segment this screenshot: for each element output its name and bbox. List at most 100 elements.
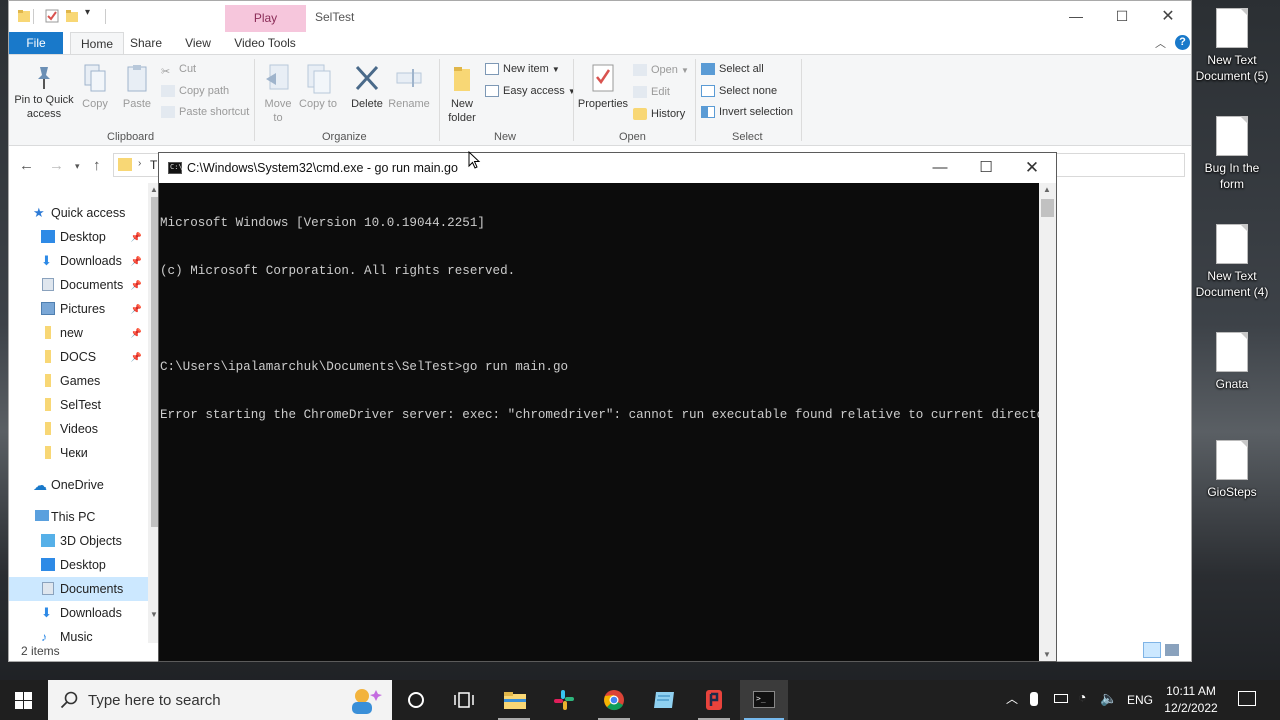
back-arrow-icon[interactable]: ←: [19, 157, 34, 174]
tab-home[interactable]: Home: [70, 32, 124, 54]
delete-button[interactable]: Delete: [347, 63, 387, 111]
forward-arrow-icon[interactable]: →: [49, 157, 64, 174]
large-icons-view-icon[interactable]: [1165, 644, 1179, 656]
new-folder-quick-icon[interactable]: [65, 9, 81, 23]
nav-item-games[interactable]: Games: [9, 369, 148, 393]
help-icon[interactable]: ?: [1175, 35, 1190, 50]
cmd-titlebar[interactable]: C:\ C:\Windows\System32\cmd.exe - go run…: [159, 153, 1056, 183]
taskbar-slack[interactable]: [540, 680, 588, 720]
tab-file[interactable]: File: [9, 32, 63, 54]
cmd-close-button[interactable]: ✕: [1009, 153, 1055, 183]
up-arrow-icon[interactable]: ↑: [93, 157, 101, 174]
taskbar-search[interactable]: Type here to search: [48, 680, 392, 720]
cut-button[interactable]: ✂ Cut: [161, 60, 196, 78]
clock-date: 12/2/2022: [1164, 701, 1218, 715]
scroll-down-icon[interactable]: ▼: [150, 610, 158, 619]
desktop-icon-new-text-document-5[interactable]: New Text Document (5): [1192, 8, 1272, 84]
cmd-scroll-thumb[interactable]: [1041, 199, 1054, 217]
new-folder-button[interactable]: New folder: [443, 63, 481, 125]
copy-to-button[interactable]: Copy to: [299, 63, 337, 111]
folder-icon: [17, 9, 33, 23]
start-button[interactable]: [0, 680, 48, 720]
folder-icon: [45, 374, 51, 387]
edit-button[interactable]: Edit: [633, 83, 670, 101]
taskbar-cmd[interactable]: >_: [740, 680, 788, 720]
nav-item-pc-desktop[interactable]: Desktop: [9, 553, 148, 577]
tab-video-tools[interactable]: Video Tools: [227, 32, 303, 54]
nav-label: Videos: [60, 422, 98, 436]
group-label-clipboard: Clipboard: [107, 131, 155, 143]
nav-item-pc-documents[interactable]: Documents: [9, 577, 148, 601]
task-view-button[interactable]: [440, 680, 488, 720]
copy-button[interactable]: Copy: [75, 63, 115, 111]
customize-quick-access-icon[interactable]: ▾: [85, 7, 101, 21]
open-button[interactable]: Open ▼: [633, 61, 689, 79]
desktop-icon-bug-in-the-form[interactable]: Bug In the form: [1192, 116, 1272, 192]
select-all-button[interactable]: Select all: [701, 60, 764, 78]
nav-scroll-thumb[interactable]: [151, 197, 158, 527]
cmd-scrollbar[interactable]: ▲ ▼: [1039, 183, 1056, 661]
nav-item-videos[interactable]: Videos: [9, 417, 148, 441]
nav-item-downloads[interactable]: ⬇ Downloads 📌: [9, 249, 148, 273]
microphone-icon[interactable]: [1030, 692, 1038, 706]
cmd-minimize-button[interactable]: —: [917, 153, 963, 183]
nav-this-pc[interactable]: This PC: [9, 505, 148, 529]
nav-item-desktop[interactable]: Desktop 📌: [9, 225, 148, 249]
minimize-button[interactable]: —: [1053, 1, 1099, 32]
invert-selection-button[interactable]: Invert selection: [701, 103, 793, 121]
language-indicator[interactable]: ENG: [1127, 693, 1153, 707]
desktop-icon-gnata[interactable]: Gnata: [1192, 332, 1272, 392]
taskbar-tool-app[interactable]: [690, 680, 738, 720]
paste-shortcut-button[interactable]: Paste shortcut: [161, 103, 249, 121]
scroll-up-icon[interactable]: ▲: [1043, 185, 1051, 194]
nav-item-seltest[interactable]: SelTest: [9, 393, 148, 417]
tab-share[interactable]: Share: [125, 32, 167, 54]
nav-onedrive[interactable]: ☁ OneDrive: [9, 473, 148, 497]
pin-to-quick-access-button[interactable]: Pin to Quick access: [13, 63, 75, 121]
properties-button[interactable]: Properties: [575, 63, 631, 111]
easy-access-button[interactable]: Easy access ▼: [485, 82, 576, 100]
scroll-down-icon[interactable]: ▼: [1043, 650, 1051, 659]
explorer-titlebar[interactable]: ▾ Play SelTest — ☐ ✕: [9, 1, 1191, 32]
volume-icon[interactable]: 🔈: [1100, 690, 1117, 707]
new-item-button[interactable]: New item ▼: [485, 60, 560, 78]
cortana-button[interactable]: [392, 680, 440, 720]
taskbar-chrome[interactable]: [590, 680, 638, 720]
show-hidden-icons-chevron-icon[interactable]: ︿: [1006, 690, 1018, 707]
history-button[interactable]: History: [633, 105, 685, 123]
desktop-icon-giosteps[interactable]: GioSteps: [1192, 440, 1272, 500]
taskbar-notes-app[interactable]: [640, 680, 688, 720]
console-output[interactable]: Microsoft Windows [Version 10.0.19044.22…: [160, 183, 1040, 661]
paste-button[interactable]: Paste: [117, 63, 157, 111]
desktop-icon-new-text-document-4[interactable]: New Text Document (4): [1192, 224, 1272, 300]
tab-view[interactable]: View: [177, 32, 219, 54]
maximize-button[interactable]: ☐: [1099, 1, 1145, 32]
properties-quick-icon[interactable]: [45, 9, 61, 23]
move-to-button[interactable]: Move to: [259, 63, 297, 125]
notification-center-icon[interactable]: [1238, 691, 1256, 706]
nav-item-pc-downloads[interactable]: ⬇ Downloads: [9, 601, 148, 625]
nav-item-documents[interactable]: Documents 📌: [9, 273, 148, 297]
nav-item-3d-objects[interactable]: 3D Objects: [9, 529, 148, 553]
collapse-ribbon-icon[interactable]: ︿: [1155, 35, 1166, 51]
rename-button[interactable]: Rename: [387, 63, 431, 111]
nav-item-new[interactable]: new 📌: [9, 321, 148, 345]
cmd-maximize-button[interactable]: ☐: [963, 153, 1009, 183]
desktop-icon-label: Bug In the form: [1204, 161, 1260, 191]
wifi-icon[interactable]: ◔: [1078, 689, 1086, 705]
battery-icon[interactable]: [1054, 694, 1068, 703]
context-tab-play[interactable]: Play: [225, 5, 306, 32]
taskbar-file-explorer[interactable]: [490, 680, 538, 720]
nav-item-docs[interactable]: DOCS 📌: [9, 345, 148, 369]
scroll-up-icon[interactable]: ▲: [150, 185, 158, 194]
nav-item-pictures[interactable]: Pictures 📌: [9, 297, 148, 321]
history-label: History: [651, 108, 686, 120]
close-button[interactable]: ✕: [1145, 1, 1191, 32]
nav-item-cheki[interactable]: Чеки: [9, 441, 148, 465]
select-none-button[interactable]: Select none: [701, 82, 777, 100]
recent-locations-icon[interactable]: ▾: [75, 161, 80, 172]
details-view-icon[interactable]: [1143, 642, 1161, 658]
copy-path-button[interactable]: Copy path: [161, 82, 229, 100]
clock[interactable]: 10:11 AM 12/2/2022: [1160, 683, 1222, 717]
nav-quick-access[interactable]: ★ Quick access: [9, 201, 148, 225]
